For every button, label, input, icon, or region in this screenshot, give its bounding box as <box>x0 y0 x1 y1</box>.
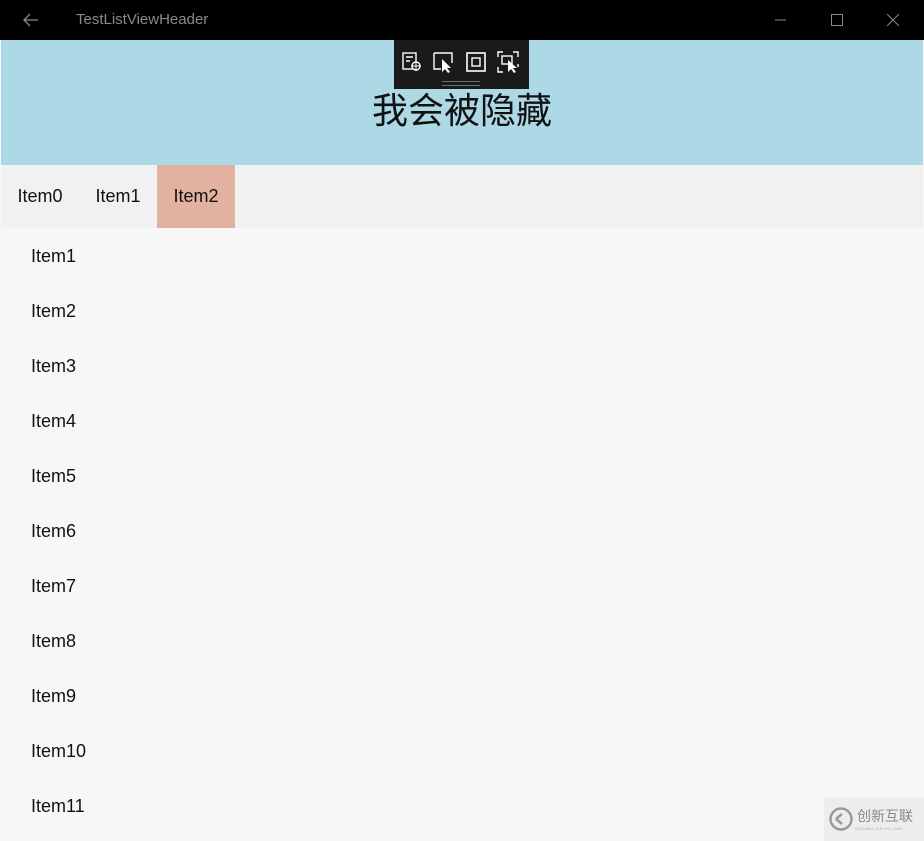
title-bar: TestListViewHeader <box>0 0 924 40</box>
tab-item1[interactable]: Item1 <box>79 165 157 228</box>
window-title: TestListViewHeader <box>76 11 209 28</box>
list-item[interactable]: Item4 <box>1 393 923 448</box>
tab-label: Item0 <box>17 186 63 206</box>
list-item[interactable]: Item8 <box>1 613 923 668</box>
tab-item2[interactable]: Item2 <box>157 165 235 228</box>
display-layout-adorners-icon[interactable] <box>464 50 488 74</box>
chuangxin-logo-icon <box>829 807 853 831</box>
close-button[interactable] <box>870 0 916 40</box>
watermark-text: 创新互联 <box>857 809 913 825</box>
close-icon <box>887 14 899 26</box>
watermark: 创新互联 CHUANG XIN HU LIAN <box>824 797 924 841</box>
track-focus-icon[interactable] <box>496 50 520 74</box>
list-item[interactable]: Item7 <box>1 558 923 613</box>
list-item[interactable]: Item1 <box>1 228 923 283</box>
list-item[interactable]: Item10 <box>1 723 923 778</box>
back-arrow-icon <box>23 13 38 27</box>
list-item[interactable]: Item9 <box>1 668 923 723</box>
list-item[interactable]: Item3 <box>1 338 923 393</box>
list-view: Item1 Item2 Item3 Item4 Item5 Item6 Item… <box>1 228 923 833</box>
tab-label: Item1 <box>95 186 141 206</box>
back-button[interactable] <box>16 6 46 34</box>
tab-label: Item2 <box>173 186 219 206</box>
live-visual-tree-icon[interactable] <box>400 50 424 74</box>
list-item[interactable]: Item11 <box>1 778 923 833</box>
header-text: 我会被隐藏 <box>371 91 552 132</box>
watermark-subtext: CHUANG XIN HU LIAN <box>855 826 903 831</box>
debug-toolbar <box>394 40 529 89</box>
minimize-icon <box>775 19 786 21</box>
maximize-icon <box>831 14 843 26</box>
minimize-button[interactable] <box>758 0 804 40</box>
select-element-icon[interactable] <box>432 50 456 74</box>
list-item[interactable]: Item6 <box>1 503 923 558</box>
tab-item0[interactable]: Item0 <box>1 165 79 228</box>
drag-handle[interactable] <box>442 81 480 86</box>
maximize-button[interactable] <box>814 0 860 40</box>
list-item[interactable]: Item2 <box>1 283 923 338</box>
tab-bar: Item0 Item1 Item2 <box>1 165 923 228</box>
list-item[interactable]: Item5 <box>1 448 923 503</box>
